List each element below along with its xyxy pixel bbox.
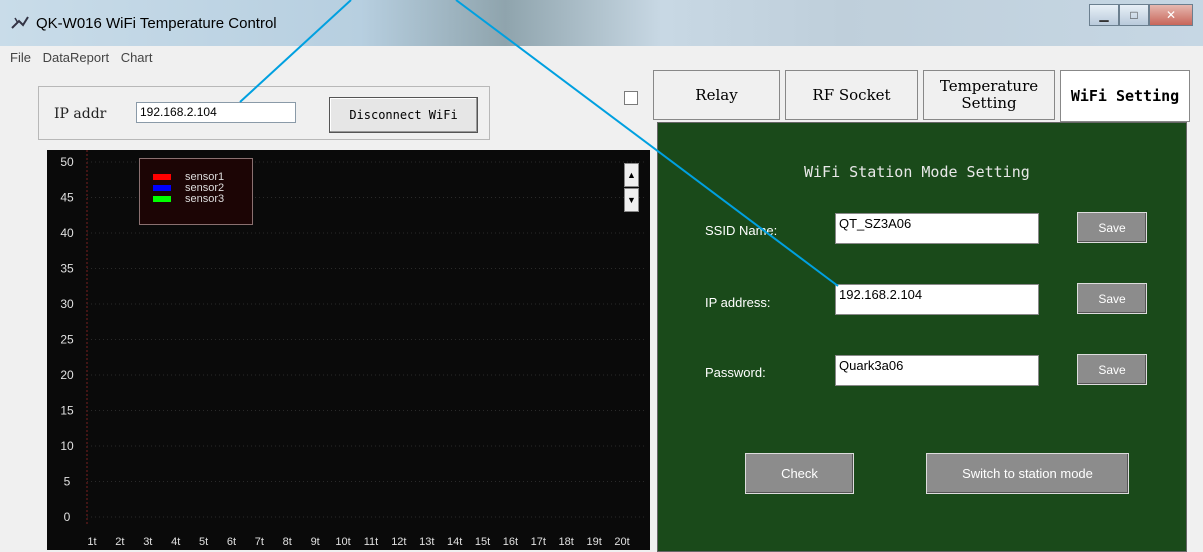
app-window: QK-W016 WiFi Temperature Control ▁ □ ✕ F…	[0, 0, 1203, 552]
callout-line-ip	[239, 0, 352, 103]
callout-line-ip-address	[455, 0, 839, 287]
callout-lines	[239, 0, 839, 287]
